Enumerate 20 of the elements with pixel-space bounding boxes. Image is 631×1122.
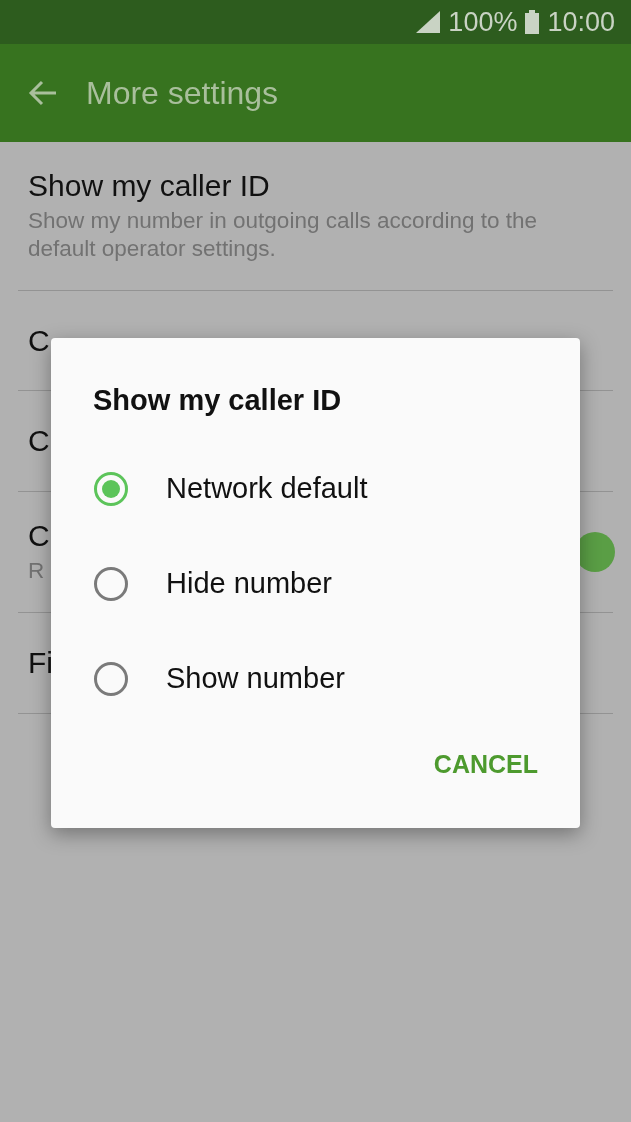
option-label[interactable]: Network default xyxy=(166,472,368,505)
battery-percentage: 100% xyxy=(448,6,518,38)
setting-description: R xyxy=(28,557,45,585)
option-label[interactable]: Hide number xyxy=(166,567,333,600)
setting-title: Show my caller ID xyxy=(28,169,270,203)
radio-button[interactable] xyxy=(94,661,128,696)
back-button[interactable] xyxy=(28,80,58,106)
screen-title: More settings xyxy=(86,74,279,112)
setting-title: Fi xyxy=(28,646,53,680)
setting-description: Show my number in outgoing calls according to the default operator settings. xyxy=(28,207,539,263)
signal-icon xyxy=(416,11,441,33)
option-label[interactable]: Show number xyxy=(166,662,345,695)
status-time: 10:00 xyxy=(547,6,615,38)
setting-title: C xyxy=(28,323,50,358)
radio-button[interactable] xyxy=(94,566,128,601)
setting-title: C xyxy=(28,519,50,553)
battery-icon xyxy=(525,10,540,34)
radio-button[interactable] xyxy=(94,471,128,506)
dialog-title: Show my caller ID xyxy=(93,384,343,417)
setting-title: C xyxy=(28,424,50,458)
